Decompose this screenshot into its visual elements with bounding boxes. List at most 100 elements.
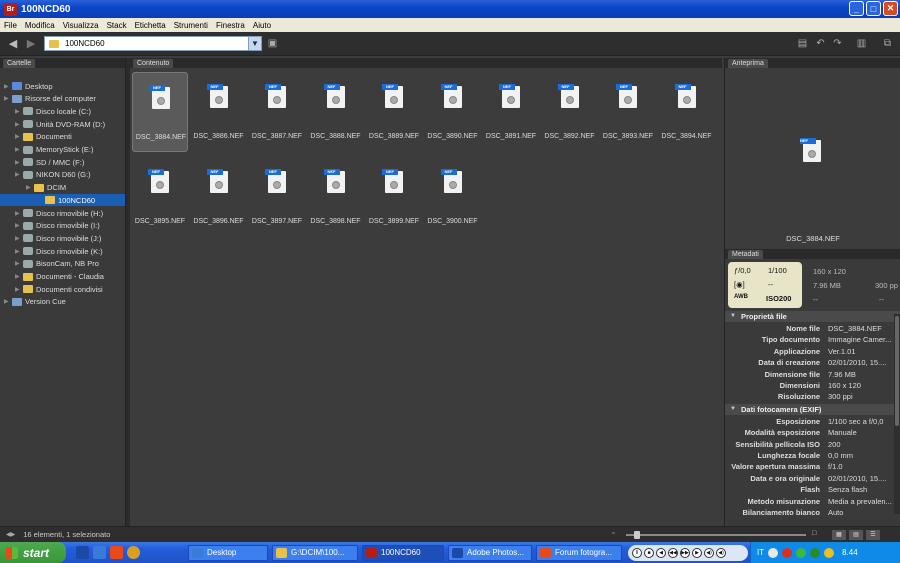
expand-arrow-icon[interactable]: ▶ <box>4 298 12 305</box>
expand-arrow-icon[interactable]: ▶ <box>15 108 23 115</box>
camera-download-icon[interactable]: ▣ <box>267 39 278 49</box>
chrome-quicklaunch-icon[interactable] <box>127 546 140 559</box>
taskbar-button[interactable]: G:\DCIM\100... <box>272 545 358 561</box>
rotate-left-icon[interactable]: ↶ <box>815 39 826 49</box>
small-thumb-icon[interactable]: ▫ <box>612 530 614 537</box>
media-control-icon[interactable]: ◀ <box>656 548 666 558</box>
file-thumbnail[interactable]: NEF DSC_3898.NEF <box>308 157 364 237</box>
expand-arrow-icon[interactable]: ▶ <box>15 248 23 255</box>
media-control-icon[interactable]: II <box>632 548 642 558</box>
taskbar-button[interactable]: Forum fotogra... <box>536 545 622 561</box>
tab-metadati[interactable]: Metadati <box>728 250 763 259</box>
tree-item[interactable]: ▶ Unità DVD-RAM (D:) <box>0 118 125 130</box>
large-thumb-icon[interactable]: □ <box>812 530 816 537</box>
file-thumbnail[interactable]: NEF DSC_3892.NEF <box>542 72 598 152</box>
expand-arrow-icon[interactable]: ▶ <box>15 121 23 128</box>
tab-cartelle[interactable]: Cartelle <box>3 59 36 68</box>
antivirus-icon[interactable] <box>782 547 793 558</box>
show-desktop-icon[interactable] <box>93 546 106 559</box>
file-thumbnail[interactable]: NEF DSC_3886.NEF <box>191 72 247 152</box>
media-control-icon[interactable]: ▶▶ <box>680 548 690 558</box>
tab-anteprima[interactable]: Anteprima <box>728 59 768 68</box>
power-icon[interactable] <box>824 547 835 558</box>
path-dropdown[interactable]: 100NCD60 ▼ <box>44 36 262 51</box>
media-control-icon[interactable]: ▶ <box>692 548 702 558</box>
tab-contenuto[interactable]: Contenuto <box>133 59 174 68</box>
expand-arrow-icon[interactable]: ▶ <box>15 146 23 153</box>
expand-arrow-icon[interactable]: ▶ <box>15 260 23 267</box>
tree-item[interactable]: ▶ Documenti <box>0 131 125 143</box>
expand-arrow-icon[interactable]: ▶ <box>15 222 23 229</box>
taskbar-button[interactable]: Desktop <box>188 545 268 561</box>
metadata-section-header[interactable]: ▼ Dati fotocamera (EXIF) <box>725 403 900 415</box>
tree-item[interactable]: ▶ Disco rimovibile (H:) <box>0 207 125 219</box>
file-thumbnail[interactable]: NEF DSC_3884.NEF <box>132 72 188 152</box>
expand-arrow-icon[interactable]: ▶ <box>15 159 23 166</box>
taskbar-button[interactable]: 100NCD60 <box>362 545 444 561</box>
start-button[interactable]: start <box>0 542 66 563</box>
firefox-quicklaunch-icon[interactable] <box>110 546 123 559</box>
tree-item[interactable]: ▶ NIKON D60 (G:) <box>0 169 125 181</box>
expand-arrow-icon[interactable]: ▶ <box>15 286 23 293</box>
expand-arrow-icon[interactable]: ▶ <box>26 184 34 191</box>
tree-item[interactable]: ▶ MemoryStick (E:) <box>0 144 125 156</box>
taskbar-button[interactable]: Adobe Photos... <box>448 545 532 561</box>
menu-etichetta[interactable]: Etichetta <box>131 21 170 30</box>
view-grid-icon[interactable]: ▦ <box>832 530 846 540</box>
file-thumbnail[interactable]: NEF DSC_3895.NEF <box>132 157 188 237</box>
file-thumbnail[interactable]: NEF DSC_3893.NEF <box>600 72 656 152</box>
file-thumbnail[interactable]: NEF DSC_3897.NEF <box>249 157 305 237</box>
slider-knob[interactable] <box>634 531 640 539</box>
file-thumbnail[interactable]: NEF DSC_3888.NEF <box>308 72 364 152</box>
tree-item[interactable]: ▶ Disco rimovibile (K:) <box>0 245 125 257</box>
view-details-icon[interactable]: ▤ <box>849 530 863 540</box>
metadata-scrollbar[interactable] <box>894 314 900 514</box>
menu-file[interactable]: File <box>0 21 21 30</box>
tree-item[interactable]: ▶ Desktop <box>0 80 125 92</box>
update-icon[interactable] <box>796 547 807 558</box>
media-control-icon[interactable]: ◀) <box>716 548 726 558</box>
tree-item[interactable]: ▶ Disco rimovibile (I:) <box>0 220 125 232</box>
file-thumbnail[interactable]: NEF DSC_3889.NEF <box>366 72 422 152</box>
language-indicator[interactable]: IT <box>757 548 764 557</box>
metadata-section-header[interactable]: ▼ Proprietà file <box>725 311 900 322</box>
media-control-icon[interactable]: ◀◀ <box>668 548 678 558</box>
close-button[interactable]: ✕ <box>883 1 898 16</box>
collapse-triangle-icon[interactable]: ▼ <box>730 404 736 415</box>
forward-arrow-icon[interactable]: ▶ <box>24 38 38 50</box>
tree-item[interactable]: ▶ Version Cue <box>0 296 125 308</box>
file-thumbnail[interactable]: NEF DSC_3891.NEF <box>483 72 539 152</box>
expand-arrow-icon[interactable]: ▶ <box>4 95 12 102</box>
menu-strumenti[interactable]: Strumenti <box>170 21 212 30</box>
expand-arrow-icon[interactable]: ▶ <box>15 273 23 280</box>
tree-item[interactable]: ▶ SD / MMC (F:) <box>0 156 125 168</box>
expand-arrow-icon[interactable]: ▶ <box>4 83 12 90</box>
tree-item[interactable]: ▶ Disco locale (C:) <box>0 105 125 117</box>
chevron-down-icon[interactable]: ▼ <box>248 37 261 50</box>
file-thumbnail[interactable]: NEF DSC_3890.NEF <box>425 72 481 152</box>
menu-visualizza[interactable]: Visualizza <box>59 21 103 30</box>
network-icon[interactable] <box>768 547 779 558</box>
thumbnail-size-slider[interactable] <box>626 531 806 539</box>
file-thumbnail[interactable]: NEF DSC_3896.NEF <box>191 157 247 237</box>
tree-item[interactable]: ▶ Risorse del computer <box>0 93 125 105</box>
tree-item[interactable]: 100NCD60 <box>0 194 125 207</box>
file-thumbnail[interactable]: NEF DSC_3894.NEF <box>659 72 715 152</box>
rotate-right-icon[interactable]: ↷ <box>832 39 843 49</box>
new-folder-icon[interactable]: ▤ <box>797 39 808 49</box>
compact-mode-icon[interactable]: ⧉ <box>882 39 893 49</box>
scroll-thumb[interactable] <box>895 316 899 426</box>
menu-modifica[interactable]: Modifica <box>21 21 59 30</box>
expand-arrows-icon[interactable]: ◀▶ <box>6 531 15 538</box>
tree-item[interactable]: ▶ DCIM <box>0 182 125 194</box>
trash-icon[interactable]: ▥ <box>856 39 867 49</box>
menu-finestra[interactable]: Finestra <box>212 21 249 30</box>
tree-item[interactable]: ▶ BisonCam, NB Pro <box>0 258 125 270</box>
expand-arrow-icon[interactable]: ▶ <box>15 210 23 217</box>
media-control-icon[interactable]: ■ <box>644 548 654 558</box>
tree-item[interactable]: ▶ Documenti - Claudia <box>0 271 125 283</box>
file-thumbnail[interactable]: NEF DSC_3900.NEF <box>425 157 481 237</box>
expand-arrow-icon[interactable]: ▶ <box>15 171 23 178</box>
back-arrow-icon[interactable]: ◀ <box>6 38 20 50</box>
file-thumbnail[interactable]: NEF DSC_3899.NEF <box>366 157 422 237</box>
